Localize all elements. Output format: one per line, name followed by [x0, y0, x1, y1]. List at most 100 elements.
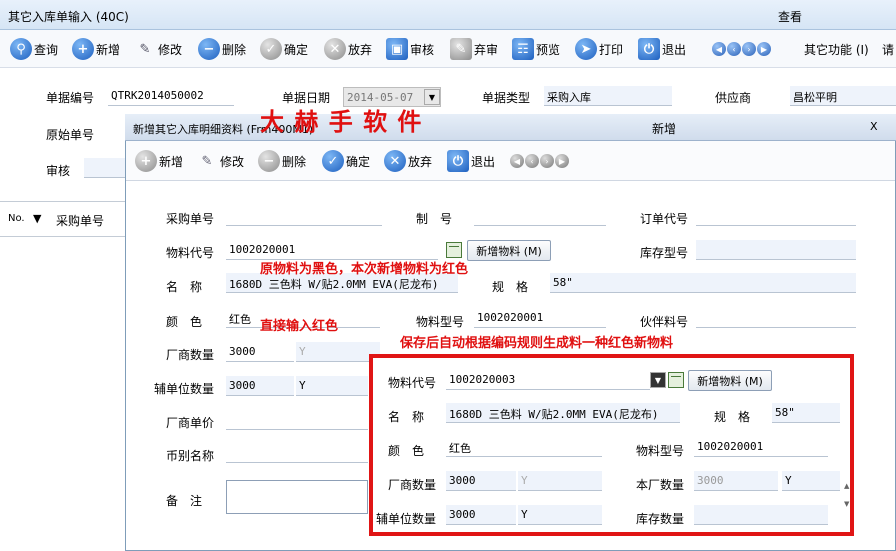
- popup-stock-qty-field[interactable]: [694, 505, 828, 525]
- po-no-field[interactable]: [226, 206, 382, 226]
- popup-vendor-qty-label: 厂商数量: [388, 478, 437, 492]
- order-code-label: 订单代号: [640, 212, 689, 226]
- delete-button[interactable]: − 删除: [198, 36, 246, 62]
- popup-factory-qty-unit[interactable]: Y: [782, 471, 840, 491]
- aux-qty-unit[interactable]: Y: [296, 376, 368, 396]
- popup-aux-qty-unit[interactable]: Y: [518, 505, 602, 525]
- currency-field[interactable]: [226, 443, 368, 463]
- popup-name-field[interactable]: 1680D 三色料 W/贴2.0MM EVA(尼龙布): [446, 403, 680, 423]
- brand-watermark: 大 赫 手 软 件: [260, 107, 423, 136]
- scroll-down-icon[interactable]: ▼: [844, 500, 849, 508]
- popup-spec-label: 规 格: [714, 410, 751, 424]
- grid-col-purchase-no: 采购单号: [56, 214, 105, 228]
- popup-color-field[interactable]: 红色: [446, 437, 602, 457]
- audit-label: 审核: [46, 164, 71, 178]
- popup-spec-field[interactable]: 58": [772, 403, 840, 423]
- window-titlebar: 其它入库单输入 (40C) 查看: [0, 0, 896, 30]
- first-record-icon[interactable]: ◀: [712, 42, 726, 56]
- popup-scrollbar[interactable]: ▲ ▼: [843, 480, 853, 510]
- other-functions-menu[interactable]: 其它功能 (I): [804, 36, 869, 62]
- vendor-qty-field[interactable]: 3000: [226, 342, 294, 362]
- popup-aux-qty-field[interactable]: 3000: [446, 505, 516, 525]
- first-record-icon[interactable]: ◀: [510, 154, 524, 168]
- popup-vendor-qty-field[interactable]: 3000: [446, 471, 516, 491]
- new-button[interactable]: + 新增: [72, 36, 120, 62]
- remark-field[interactable]: [226, 480, 368, 514]
- edit-button[interactable]: ✎ 修改: [134, 36, 182, 62]
- dialog-mode: 新增: [652, 122, 677, 136]
- partner-no-field[interactable]: [696, 308, 856, 328]
- pencil-icon: ✎: [201, 153, 213, 169]
- doc-type-field[interactable]: 采购入库: [544, 86, 672, 106]
- dialog-delete-button[interactable]: − 删除: [258, 148, 306, 174]
- prev-record-icon[interactable]: ‹: [525, 154, 539, 168]
- popup-color-label: 颜 色: [388, 444, 425, 458]
- mfg-no-field[interactable]: [474, 206, 606, 226]
- close-icon: ✕: [384, 150, 406, 172]
- scroll-up-icon[interactable]: ▲: [844, 482, 849, 490]
- doc-type-label: 单据类型: [482, 91, 531, 105]
- popup-mat-code-field[interactable]: 1002020003: [446, 370, 650, 390]
- add-material-button[interactable]: 新增物料 (M): [467, 240, 551, 261]
- lookup-icon[interactable]: [446, 242, 462, 258]
- stock-model-field[interactable]: [696, 240, 856, 260]
- main-toolbar: ⚲ 查询 + 新增 ✎ 修改 − 删除 ✓ 确定 ✕ 放弃 ▣ 审核 ✎ 弃审 ☶ 预览 ➤ 打印 …: [0, 30, 896, 68]
- date-dropdown-icon[interactable]: ▼: [424, 89, 440, 105]
- dialog-abandon-button[interactable]: ✕ 放弃: [384, 148, 432, 174]
- mat-model-field[interactable]: 1002020001: [474, 308, 606, 328]
- order-code-field[interactable]: [696, 206, 856, 226]
- confirm-button[interactable]: ✓ 确定: [260, 36, 308, 62]
- last-record-icon[interactable]: ▶: [555, 154, 569, 168]
- dialog-new-button[interactable]: + 新增: [135, 148, 183, 174]
- search-icon: ⚲: [10, 38, 32, 60]
- audit-button[interactable]: ▣ 审核: [386, 36, 434, 62]
- abandon-button[interactable]: ✕ 放弃: [324, 36, 372, 62]
- lookup-icon[interactable]: [668, 372, 684, 388]
- popup-mat-model-label: 物料型号: [636, 444, 685, 458]
- popup-add-material-button[interactable]: 新增物料 (M): [688, 370, 772, 391]
- close-icon: ✕: [324, 38, 346, 60]
- dialog-toolbar: + 新增 ✎ 修改 − 删除 ✓ 确定 ✕ 放弃 ⏻ 退出 ◀ ‹ › ▶: [126, 141, 895, 181]
- exit-button[interactable]: ⏻ 退出: [638, 36, 686, 62]
- popup-factory-qty-label: 本厂数量: [636, 478, 685, 492]
- supplier-field[interactable]: 昌松平明: [790, 86, 896, 106]
- aux-qty-field[interactable]: 3000: [226, 376, 294, 396]
- mat-code-label: 物料代号: [166, 246, 215, 260]
- print-button[interactable]: ➤ 打印: [575, 36, 623, 62]
- popup-mat-model-field[interactable]: 1002020001: [694, 437, 828, 457]
- popup-factory-qty-field[interactable]: 3000: [694, 471, 778, 491]
- prev-record-icon[interactable]: ‹: [727, 42, 741, 56]
- plus-icon: +: [72, 38, 94, 60]
- popup-name-label: 名 称: [388, 410, 425, 424]
- dialog-exit-button[interactable]: ⏻ 退出: [447, 148, 495, 174]
- next-record-icon[interactable]: ›: [540, 154, 554, 168]
- vendor-qty-unit[interactable]: Y: [296, 342, 380, 362]
- query-button[interactable]: ⚲ 查询: [10, 36, 58, 62]
- power-icon: ⏻: [447, 150, 469, 172]
- mat-code-field[interactable]: 1002020001: [226, 240, 438, 260]
- supplier-label: 供应商: [715, 91, 752, 105]
- record-navigator: ◀ ‹ › ▶: [712, 42, 771, 56]
- preview-icon: ☶: [512, 38, 534, 60]
- unaudit-button[interactable]: ✎ 弃审: [450, 36, 498, 62]
- mfg-no-label: 制 号: [416, 212, 453, 226]
- audit-icon: ▣: [386, 38, 408, 60]
- last-record-icon[interactable]: ▶: [757, 42, 771, 56]
- chevron-down-icon[interactable]: ▼: [650, 372, 666, 388]
- dialog-edit-button[interactable]: ✎ 修改: [196, 148, 244, 174]
- dialog-confirm-button[interactable]: ✓ 确定: [322, 148, 370, 174]
- truncated-menu[interactable]: 请: [882, 36, 894, 62]
- doc-no-field[interactable]: QTRK2014050002: [108, 86, 234, 106]
- color-label: 颜 色: [166, 315, 203, 329]
- next-record-icon[interactable]: ›: [742, 42, 756, 56]
- popup-vendor-qty-unit[interactable]: Y: [518, 471, 602, 491]
- filter-icon[interactable]: ▼: [33, 212, 41, 225]
- dialog-close-button[interactable]: X: [870, 120, 878, 133]
- po-no-label: 采购单号: [166, 212, 215, 226]
- view-mode-label: 查看: [778, 10, 803, 24]
- spec-field[interactable]: 58": [550, 273, 856, 293]
- vendor-price-field[interactable]: [226, 410, 368, 430]
- annotation-note-2: 直接输入红色: [260, 319, 339, 334]
- grid-col-no: No.: [8, 213, 25, 224]
- preview-button[interactable]: ☶ 预览: [512, 36, 560, 62]
